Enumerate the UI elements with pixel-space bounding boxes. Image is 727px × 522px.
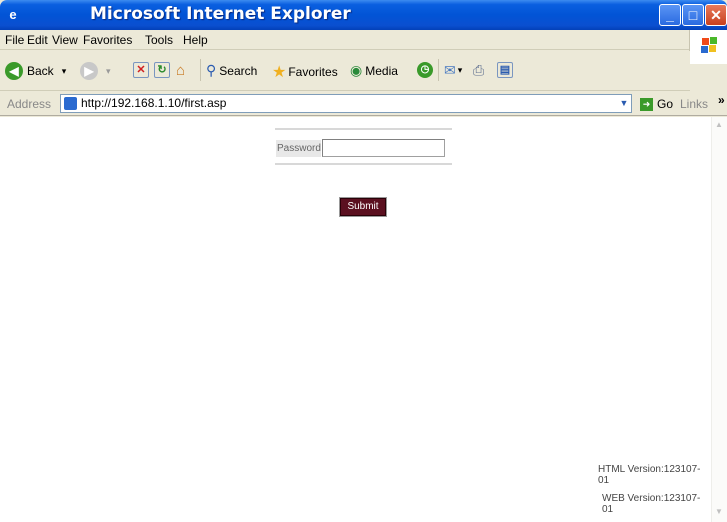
address-input[interactable]: http://192.168.1.10/first.asp: [60, 94, 632, 113]
back-button[interactable]: ◀ Back ▾: [5, 62, 66, 80]
address-label: Address: [7, 97, 52, 111]
windows-logo: [689, 30, 727, 64]
print-icon: ⎙: [473, 62, 485, 78]
password-field[interactable]: [322, 139, 445, 157]
minimize-button[interactable]: _: [659, 4, 681, 26]
search-icon: ⚲: [206, 62, 217, 78]
history-icon: ◷: [417, 62, 433, 78]
close-button[interactable]: ✕: [705, 4, 727, 26]
back-arrow-icon: ◀: [5, 62, 23, 80]
menu-tools[interactable]: Tools: [145, 33, 173, 47]
go-button[interactable]: ➜ Go: [640, 97, 673, 111]
back-label: Back: [27, 64, 54, 78]
submit-button[interactable]: Submit: [339, 197, 387, 217]
links-chevron-icon[interactable]: »: [718, 93, 725, 107]
vertical-scrollbar[interactable]: ▲ ▼: [711, 117, 727, 522]
ie-app-icon[interactable]: e: [6, 7, 20, 23]
media-button[interactable]: ◉ Media: [350, 62, 398, 79]
minimize-icon: _: [666, 7, 674, 23]
home-icon: ⌂: [176, 62, 186, 79]
menu-file[interactable]: File: [5, 33, 24, 47]
title-bar[interactable]: e Microsoft Internet Explorer _ □ ✕: [0, 0, 727, 30]
go-label: Go: [657, 97, 674, 111]
toolbar-separator: [438, 59, 439, 81]
scroll-up-icon[interactable]: ▲: [715, 120, 723, 129]
media-icon: ◉: [350, 62, 363, 78]
edit-page-icon: ▤: [497, 62, 513, 78]
password-label: Password: [276, 140, 321, 157]
bottom-divider: [275, 163, 452, 165]
address-bar: Address http://192.168.1.10/first.asp ▼ …: [0, 92, 727, 116]
menu-bar: File Edit View Favorites Tools Help: [0, 30, 727, 50]
forward-dropdown-icon[interactable]: ▾: [106, 66, 111, 77]
maximize-button[interactable]: □: [682, 4, 704, 26]
search-label: Search: [219, 63, 258, 78]
web-version-text: WEB Version:123107-01: [602, 493, 701, 515]
forward-button[interactable]: ▶ ▾: [80, 62, 111, 80]
html-version-text: HTML Version:123107-01: [598, 464, 701, 486]
media-label: Media: [365, 63, 398, 78]
refresh-button[interactable]: ↻: [154, 62, 170, 78]
mail-icon: ✉: [444, 62, 456, 78]
windows-flag-icon: [701, 37, 717, 53]
edit-button[interactable]: ▤: [497, 62, 513, 78]
home-button[interactable]: ⌂: [176, 62, 185, 79]
scroll-down-icon[interactable]: ▼: [715, 507, 723, 516]
favorites-button[interactable]: ★ Favorites: [272, 62, 338, 82]
search-button[interactable]: ⚲ Search: [206, 62, 257, 79]
menu-edit[interactable]: Edit: [27, 33, 48, 47]
page-content: Password Submit HTML Version:123107-01 W…: [0, 117, 711, 522]
stop-button[interactable]: ✕: [133, 62, 149, 78]
page-icon: [64, 97, 77, 110]
mail-button[interactable]: ✉ ▾: [444, 62, 462, 79]
go-arrow-icon: ➜: [640, 97, 653, 111]
window-title: Microsoft Internet Explorer: [90, 4, 351, 24]
address-url: http://192.168.1.10/first.asp: [81, 96, 227, 110]
stop-icon: ✕: [133, 62, 149, 78]
top-divider: [275, 128, 452, 130]
close-icon: ✕: [710, 7, 722, 23]
print-button[interactable]: ⎙: [473, 62, 484, 79]
address-dropdown-icon[interactable]: ▼: [617, 95, 631, 111]
menu-favorites[interactable]: Favorites: [83, 33, 132, 47]
toolbar-separator: [200, 59, 201, 81]
forward-arrow-icon: ▶: [80, 62, 98, 80]
favorites-label: Favorites: [288, 65, 338, 79]
history-button[interactable]: ◷: [417, 62, 433, 78]
favorites-star-icon: ★: [272, 64, 287, 81]
back-dropdown-icon[interactable]: ▾: [62, 66, 67, 77]
mail-dropdown-icon[interactable]: ▾: [458, 65, 463, 76]
menu-view[interactable]: View: [52, 33, 78, 47]
refresh-icon: ↻: [154, 62, 170, 78]
menu-help[interactable]: Help: [183, 33, 208, 47]
links-toolbar-button[interactable]: Links: [680, 97, 708, 111]
standard-toolbar: ◀ Back ▾ ▶ ▾ ✕ ↻ ⌂ ⚲ Search ★ Favorites …: [0, 51, 690, 91]
maximize-icon: □: [688, 7, 698, 23]
